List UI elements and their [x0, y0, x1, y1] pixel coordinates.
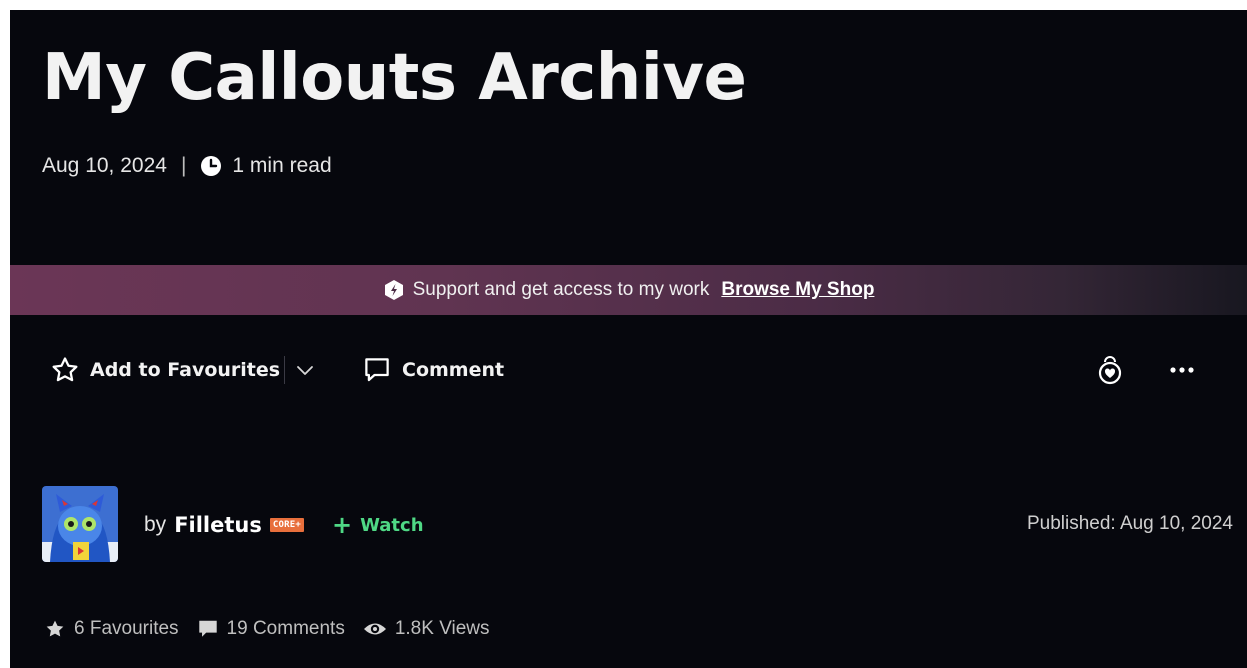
give-icon	[1098, 356, 1122, 385]
clock-icon	[200, 155, 222, 177]
eye-icon	[363, 623, 386, 635]
plus-icon: +	[331, 511, 353, 539]
divider	[284, 356, 285, 384]
banner-text: Support and get access to my work	[412, 279, 710, 300]
support-banner: Support and get access to my work Browse…	[10, 265, 1247, 315]
comments-count: 19 Comments	[226, 618, 345, 639]
watch-label: Watch	[360, 514, 424, 536]
comment-label: Comment	[402, 359, 505, 381]
watch-button[interactable]: + Watch	[332, 513, 424, 537]
comment-icon	[365, 358, 389, 382]
deviation-page: My Callouts Archive Aug 10, 2024 | 1 min…	[10, 10, 1247, 668]
stats-row: 6 Favourites 19 Comments 1.8K Views	[44, 616, 508, 642]
author-name-link[interactable]: Filletus	[174, 513, 262, 537]
read-time: 1 min read	[232, 154, 332, 177]
browse-shop-link[interactable]: Browse My Shop	[721, 279, 874, 301]
shop-icon	[383, 279, 405, 301]
favourite-label: Add to Favourites	[90, 359, 281, 381]
favourites-count: 6 Favourites	[74, 618, 179, 639]
comments-stat: 19 Comments	[197, 618, 345, 640]
author-byline: by Filletus CORE+ + Watch	[144, 510, 424, 540]
views-count: 1.8K Views	[394, 618, 490, 639]
star-outline-icon	[52, 357, 78, 382]
views-stat: 1.8K Views	[363, 618, 490, 640]
core-badge: CORE+	[269, 518, 304, 532]
chevron-down-icon	[297, 366, 313, 375]
by-label: by	[144, 513, 167, 536]
add-to-favourites-button[interactable]: Add to Favourites	[50, 355, 280, 385]
star-icon	[46, 620, 64, 637]
favourites-dropdown-toggle[interactable]	[293, 358, 317, 382]
action-bar: Add to Favourites Comment	[10, 348, 1247, 392]
published-date: Published: Aug 10, 2024	[1026, 513, 1233, 534]
page-title: My Callouts Archive	[42, 41, 747, 115]
favourites-stat: 6 Favourites	[44, 618, 179, 640]
post-date: Aug 10, 2024	[42, 154, 167, 177]
meta-separator: |	[180, 154, 187, 177]
give-button[interactable]	[1095, 354, 1125, 386]
more-icon	[1170, 367, 1194, 373]
post-meta: Aug 10, 2024 | 1 min read	[42, 152, 332, 180]
more-options-button[interactable]	[1166, 358, 1198, 382]
comment-filled-icon	[198, 620, 217, 637]
avatar[interactable]	[42, 486, 118, 562]
comment-button[interactable]: Comment	[362, 355, 504, 385]
